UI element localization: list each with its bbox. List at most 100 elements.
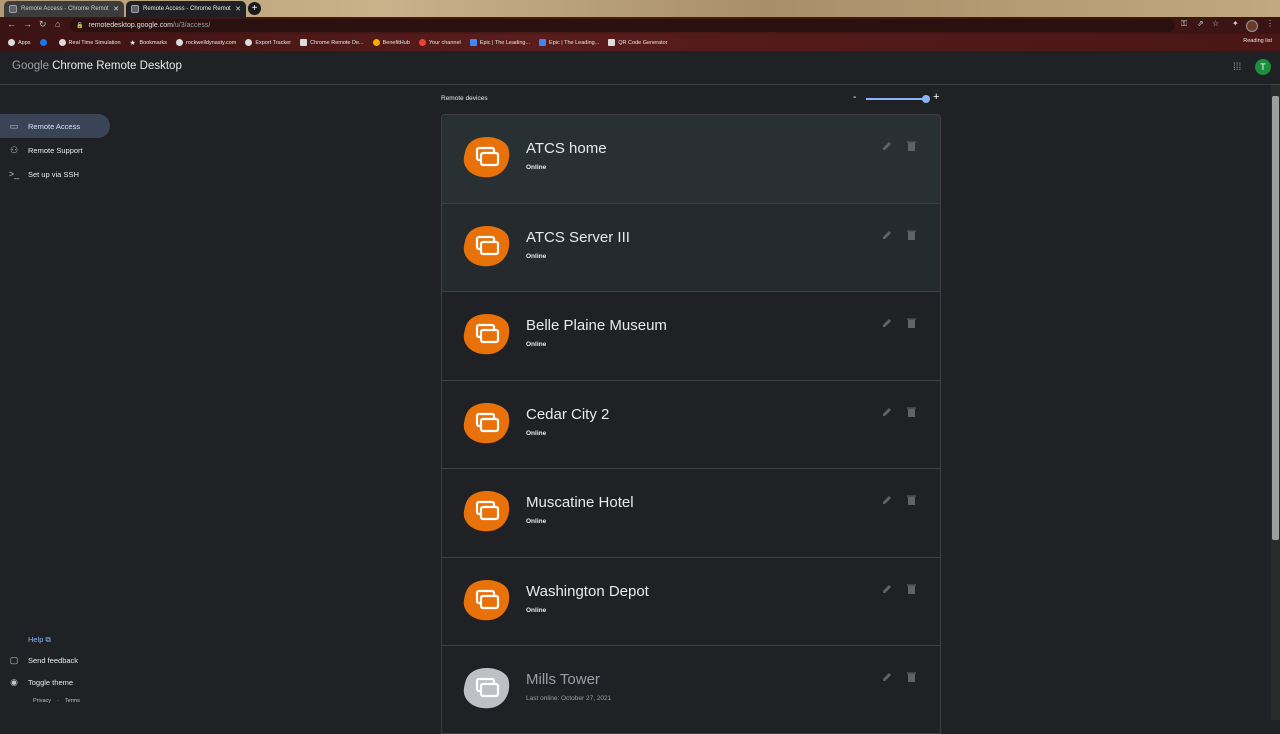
- delete-trash-icon[interactable]: [907, 230, 916, 240]
- lock-icon: 🔒: [76, 23, 84, 29]
- laptop-icon: ▭: [9, 120, 19, 131]
- bookmark-item[interactable]: Apps: [8, 39, 31, 46]
- device-status: Online: [526, 606, 547, 614]
- device-status: Online: [526, 164, 547, 171]
- bookmark-item[interactable]: Epic | The Leading...: [539, 39, 599, 46]
- sidebar-item-remote-access[interactable]: ▭ Remote Access: [0, 114, 110, 138]
- device-row[interactable]: Mills Tower Last online: October 27, 2021: [442, 646, 940, 733]
- edit-pencil-icon[interactable]: [882, 141, 892, 151]
- send-feedback-button[interactable]: ▢ Send feedback: [8, 655, 78, 666]
- computer-icon: [463, 490, 510, 532]
- tab-favicon-icon: [9, 5, 17, 13]
- sidebar-item-label: Remote Access: [28, 121, 81, 131]
- computer-icon: [463, 225, 510, 266]
- zoom-in-button[interactable]: +: [933, 91, 939, 103]
- help-link[interactable]: Help ⧉: [28, 635, 51, 645]
- edit-pencil-icon[interactable]: [882, 230, 892, 240]
- computer-icon: [463, 136, 510, 178]
- sidebar-item-ssh[interactable]: >_ Set up via SSH: [0, 162, 110, 186]
- back-icon[interactable]: ←: [7, 19, 16, 29]
- address-bar[interactable]: 🔒 remotedesktop.google.com/u/3/access/: [70, 19, 1175, 32]
- bookmark-item[interactable]: [39, 39, 50, 46]
- device-status: Last online: October 27, 2021: [526, 695, 612, 702]
- globe-icon: [245, 39, 253, 46]
- delete-trash-icon[interactable]: [907, 584, 916, 594]
- url-host: remotedesktop.google.com: [88, 22, 173, 29]
- sidebar: ▭ Remote Access ⚇ Remote Support >_ Set …: [0, 85, 130, 720]
- bookmark-item[interactable]: BenefitHub: [372, 39, 410, 46]
- sidebar-item-label: Set up via SSH: [28, 169, 79, 179]
- edit-pencil-icon[interactable]: [882, 672, 892, 682]
- scrollbar-thumb[interactable]: [1272, 96, 1279, 540]
- key-icon[interactable]: ⚿: [1181, 19, 1187, 29]
- feedback-icon: ▢: [9, 655, 19, 665]
- share-icon[interactable]: ⇗: [1197, 19, 1204, 28]
- zoom-slider-thumb[interactable]: [922, 95, 930, 103]
- delete-trash-icon[interactable]: [907, 141, 916, 151]
- device-row[interactable]: Washington Depot Online: [442, 558, 940, 646]
- profile-avatar[interactable]: [1246, 20, 1258, 32]
- qr-code-icon: [608, 39, 616, 46]
- privacy-link[interactable]: Privacy: [33, 698, 51, 704]
- facebook-icon: [39, 39, 47, 46]
- browser-tab[interactable]: Remote Access - Chrome Remot ✕: [4, 1, 124, 17]
- device-row[interactable]: Cedar City 2 Online: [442, 381, 940, 469]
- device-status: Online: [526, 341, 547, 348]
- device-status: Online: [526, 252, 547, 260]
- home-icon[interactable]: ⌂: [55, 19, 60, 29]
- device-row[interactable]: Muscatine Hotel Online: [442, 469, 940, 558]
- product-name: Chrome Remote Desktop: [52, 60, 182, 72]
- edit-pencil-icon[interactable]: [882, 407, 892, 417]
- reload-icon[interactable]: ↻: [39, 19, 47, 30]
- device-row[interactable]: ATCS Server III Online: [442, 203, 940, 292]
- external-link-icon: ⧉: [45, 635, 51, 644]
- device-name: ATCS Server III: [526, 228, 630, 246]
- sun-icon: [372, 39, 380, 46]
- delete-trash-icon[interactable]: [907, 672, 916, 682]
- delete-trash-icon[interactable]: [907, 318, 916, 328]
- account-avatar[interactable]: T: [1255, 59, 1271, 75]
- delete-trash-icon[interactable]: [907, 407, 916, 417]
- google-apps-icon[interactable]: ⁞⁞⁞: [1233, 62, 1244, 73]
- tab-close-icon[interactable]: ✕: [235, 5, 241, 13]
- toggle-theme-button[interactable]: ◉ Toggle theme: [8, 677, 73, 688]
- terminal-icon: >_: [8, 169, 20, 179]
- page-icon: [300, 39, 308, 46]
- tab-close-icon[interactable]: ✕: [113, 5, 119, 13]
- browser-tab-strip: Remote Access - Chrome Remot ✕ Remote Ac…: [0, 0, 1280, 17]
- bookmark-item[interactable]: QR Code Generator: [608, 39, 668, 46]
- device-row[interactable]: Belle Plaine Museum Online: [442, 292, 940, 381]
- app-logo[interactable]: Google Chrome Remote Desktop: [12, 60, 182, 72]
- menu-kebab-icon[interactable]: ⋮: [1266, 19, 1274, 28]
- bookmark-item[interactable]: Export Tracker: [245, 39, 291, 46]
- globe-icon: [176, 39, 184, 46]
- device-row[interactable]: ATCS home Online: [442, 115, 940, 204]
- extensions-icon[interactable]: ✦: [1232, 19, 1239, 28]
- computer-icon: [463, 579, 510, 620]
- bookmark-item[interactable]: Epic | The Leading...: [469, 39, 530, 46]
- delete-trash-icon[interactable]: [907, 495, 916, 505]
- edit-pencil-icon[interactable]: [882, 584, 892, 594]
- bookmark-item[interactable]: Chrome Remote De...: [300, 39, 364, 46]
- reading-list[interactable]: Reading list: [1243, 38, 1272, 44]
- zoom-out-button[interactable]: -: [853, 92, 856, 103]
- bookmark-item[interactable]: rockwelldynasty.com: [176, 39, 236, 46]
- edit-pencil-icon[interactable]: [882, 495, 892, 505]
- epic-icon: [469, 39, 477, 46]
- new-tab-button[interactable]: +: [248, 2, 261, 15]
- terms-link[interactable]: Terms: [65, 698, 80, 704]
- device-name: Cedar City 2: [526, 405, 610, 423]
- edit-pencil-icon[interactable]: [882, 318, 892, 328]
- forward-icon[interactable]: →: [23, 19, 32, 29]
- sidebar-item-remote-support[interactable]: ⚇ Remote Support: [0, 138, 110, 162]
- device-name: Muscatine Hotel: [526, 494, 634, 511]
- globe-icon: [58, 39, 66, 46]
- computer-icon: [463, 313, 510, 355]
- bookmark-item[interactable]: Real Time Simulation: [58, 39, 121, 46]
- device-status: Online: [526, 429, 547, 437]
- bookmark-item[interactable]: ★ Bookmarks: [130, 39, 168, 48]
- star-icon[interactable]: ☆: [1212, 19, 1219, 28]
- browser-tab-active[interactable]: Remote Access - Chrome Remot ✕: [126, 1, 246, 17]
- bookmark-item[interactable]: Your channel: [418, 39, 461, 46]
- zoom-slider-track[interactable]: [866, 98, 926, 100]
